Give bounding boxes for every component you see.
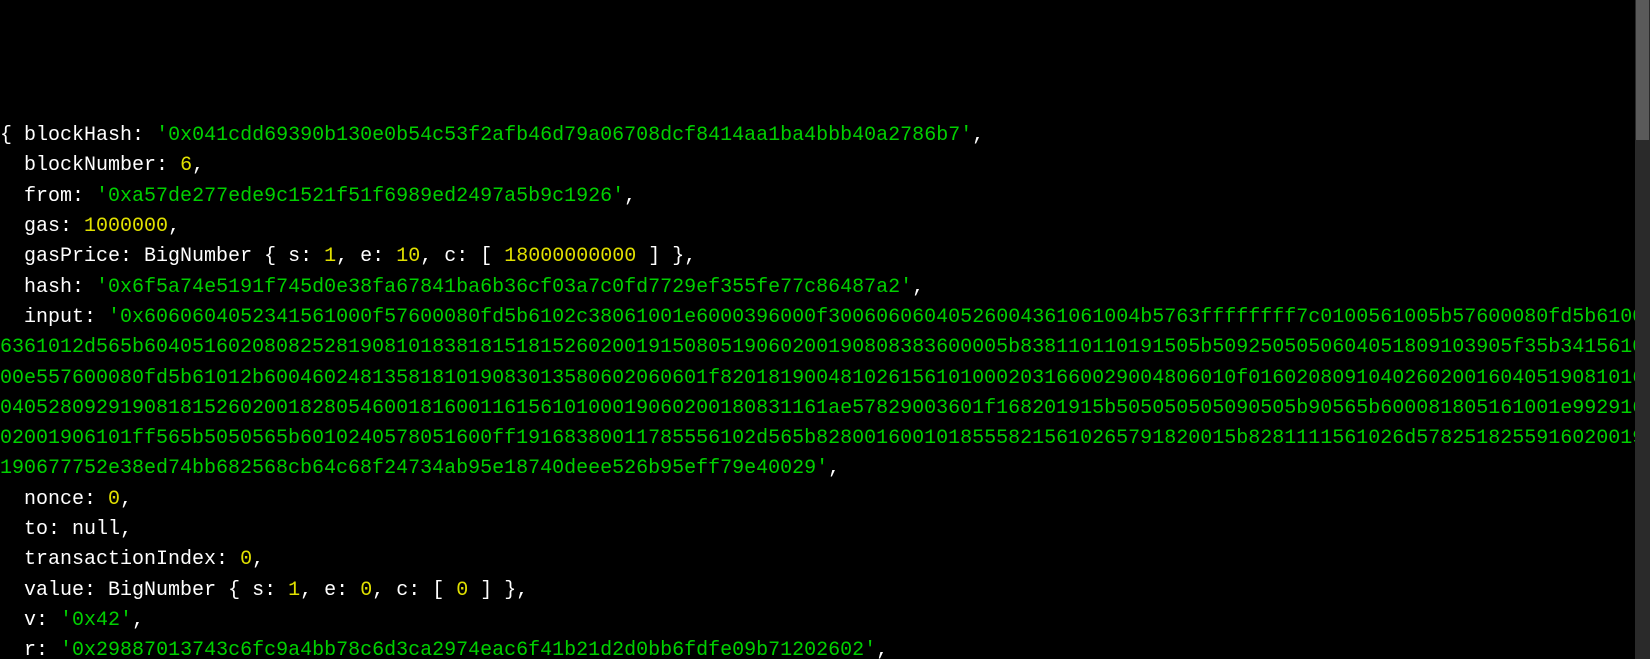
val-gas: 1000000 [84, 215, 168, 238]
scrollbar-track[interactable] [1635, 0, 1650, 659]
key-blockhash: blockHash [24, 124, 132, 147]
gasprice-c: 18000000000 [504, 245, 636, 268]
terminal-output: { blockHash: '0x041cdd69390b130e0b54c53f… [0, 121, 1650, 659]
val-nonce: 0 [108, 488, 120, 511]
scrollbar-thumb[interactable] [1636, 0, 1649, 140]
val-hash: '0x6f5a74e5191f745d0e38fa67841ba6b36cf03… [96, 276, 912, 299]
gasprice-ident: BigNumber [144, 245, 252, 268]
key-gas: gas [24, 215, 60, 238]
line-gas: gas: 1000000, [0, 212, 1650, 242]
val-r: '0x29887013743c6fc9a4bb78c6d3ca2974eac6f… [60, 639, 876, 659]
gasprice-e: 10 [396, 245, 420, 268]
key-nonce: nonce [24, 488, 84, 511]
line-r: r: '0x29887013743c6fc9a4bb78c6d3ca2974ea… [0, 636, 1650, 659]
val-blockhash: '0x041cdd69390b130e0b54c53f2afb46d79a067… [156, 124, 972, 147]
value-c: 0 [456, 579, 468, 602]
key-blocknumber: blockNumber [24, 154, 156, 177]
val-from: '0xa57de277ede9c1521f51f6989ed2497a5b9c1… [96, 185, 624, 208]
line-blocknumber: blockNumber: 6, [0, 151, 1650, 181]
key-gasprice: gasPrice [24, 245, 120, 268]
line-from: from: '0xa57de277ede9c1521f51f6989ed2497… [0, 182, 1650, 212]
value-s-key: s [252, 579, 264, 602]
line-gasprice: gasPrice: BigNumber { s: 1, e: 10, c: [ … [0, 242, 1650, 272]
value-e-key: e [324, 579, 336, 602]
key-value: value [24, 579, 84, 602]
line-v: v: '0x42', [0, 606, 1650, 636]
key-v: v [24, 609, 36, 632]
value-e: 0 [360, 579, 372, 602]
key-from: from [24, 185, 72, 208]
value-c-key: c [396, 579, 408, 602]
key-r: r [24, 639, 36, 659]
gasprice-c-key: c [444, 245, 456, 268]
gasprice-s-key: s [288, 245, 300, 268]
val-blocknumber: 6 [180, 154, 192, 177]
val-to: null [72, 518, 120, 541]
line-input: input: '0x6060604052341561000f57600080fd… [0, 303, 1650, 485]
value-ident: BigNumber [108, 579, 216, 602]
line-hash: hash: '0x6f5a74e5191f745d0e38fa67841ba6b… [0, 273, 1650, 303]
key-transactionindex: transactionIndex [24, 548, 216, 571]
key-hash: hash [24, 276, 72, 299]
key-to: to [24, 518, 48, 541]
val-transactionindex: 0 [240, 548, 252, 571]
line-nonce: nonce: 0, [0, 485, 1650, 515]
line-to: to: null, [0, 515, 1650, 545]
val-input: '0x6060604052341561000f57600080fd5b6102c… [0, 306, 1644, 480]
gasprice-s: 1 [324, 245, 336, 268]
line-blockhash: { blockHash: '0x041cdd69390b130e0b54c53f… [0, 121, 1650, 151]
gasprice-e-key: e [360, 245, 372, 268]
line-value: value: BigNumber { s: 1, e: 0, c: [ 0 ] … [0, 576, 1650, 606]
val-v: '0x42' [60, 609, 132, 632]
value-s: 1 [288, 579, 300, 602]
line-transactionindex: transactionIndex: 0, [0, 545, 1650, 575]
key-input: input [24, 306, 84, 329]
